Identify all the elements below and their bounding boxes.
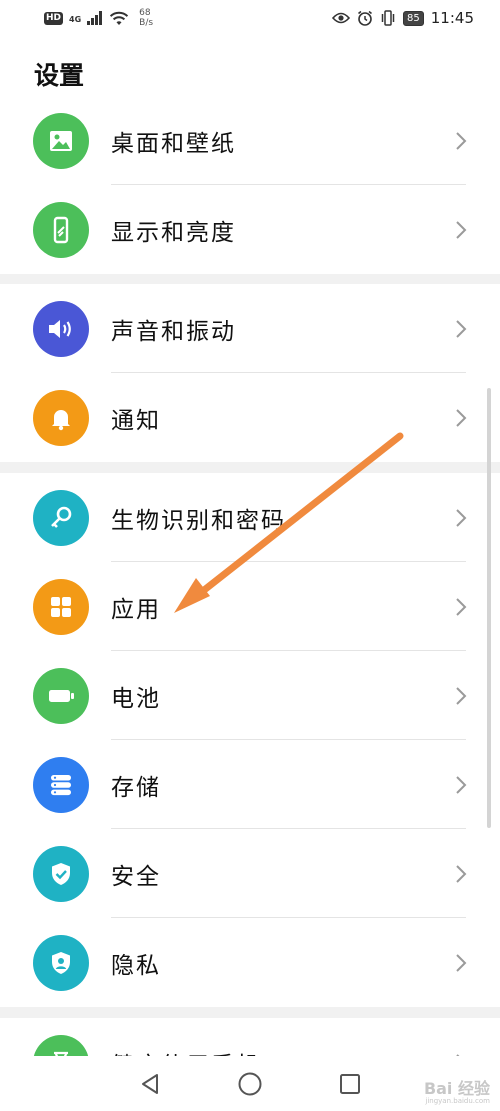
settings-item-wallpaper[interactable]: 桌面和壁纸 <box>0 96 500 185</box>
settings-item-label: 存储 <box>111 774 161 801</box>
hd-voice-icon: HD <box>44 11 64 25</box>
display-brightness-icon <box>33 201 89 258</box>
settings-group-3: 生物识别和密码 应用 电池 存储 安全 隐私 <box>0 473 500 1007</box>
chevron-right-icon <box>456 864 467 883</box>
network-speed: 68 B/s <box>139 8 154 28</box>
settings-item-digital-balance[interactable]: 健康使用手机 <box>0 1018 500 1056</box>
settings-item-label: 生物识别和密码 <box>111 507 286 534</box>
settings-item-storage[interactable]: 存储 <box>0 740 500 829</box>
settings-item-label: 隐私 <box>111 952 161 979</box>
wifi-icon <box>110 11 129 25</box>
settings-group-4: 健康使用手机 <box>0 1018 500 1056</box>
settings-item-label: 安全 <box>111 863 161 890</box>
clock: 11:45 <box>430 9 474 27</box>
settings-item-label: 应用 <box>111 596 161 623</box>
privacy-icon <box>33 934 89 991</box>
signal-icon <box>87 11 103 25</box>
home-circle-icon <box>238 1072 262 1095</box>
back-button[interactable] <box>135 1069 165 1099</box>
settings-item-biometrics[interactable]: 生物识别和密码 <box>0 473 500 562</box>
chevron-right-icon <box>456 775 467 794</box>
battery-icon <box>33 667 89 724</box>
settings-item-label: 健康使用手机 <box>111 1046 261 1057</box>
status-bar: HD 4G 68 B/s 85 11:45 <box>0 0 500 36</box>
chevron-right-icon <box>456 408 467 427</box>
chevron-right-icon <box>456 686 467 705</box>
sound-icon <box>33 300 89 357</box>
settings-item-display[interactable]: 显示和亮度 <box>0 185 500 274</box>
settings-item-label: 显示和亮度 <box>111 219 236 246</box>
key-icon <box>33 489 89 546</box>
storage-icon <box>33 756 89 813</box>
settings-item-label: 桌面和壁纸 <box>111 130 236 157</box>
chevron-right-icon <box>456 220 467 239</box>
chevron-right-icon <box>456 597 467 616</box>
settings-item-battery[interactable]: 电池 <box>0 651 500 740</box>
watermark: Bai 经验 jingyan.baidu.com <box>423 1079 490 1106</box>
wallpaper-icon <box>33 112 89 169</box>
chevron-right-icon <box>456 319 467 338</box>
settings-group-1: 桌面和壁纸 显示和亮度 <box>0 96 500 274</box>
settings-item-label: 通知 <box>111 407 161 434</box>
chevron-right-icon <box>456 508 467 527</box>
settings-item-security[interactable]: 安全 <box>0 829 500 918</box>
vibrate-icon <box>381 10 395 26</box>
settings-item-apps[interactable]: 应用 <box>0 562 500 651</box>
settings-group-2: 声音和振动 通知 <box>0 284 500 462</box>
recents-square-icon <box>340 1073 360 1094</box>
chevron-right-icon <box>456 131 467 150</box>
settings-item-label: 电池 <box>111 685 161 712</box>
scrollbar[interactable] <box>487 388 491 828</box>
battery-level: 85 <box>403 10 424 26</box>
chevron-right-icon <box>456 953 467 972</box>
bell-icon <box>33 389 89 446</box>
page-title: 设置 <box>34 61 85 90</box>
recents-button[interactable] <box>335 1069 365 1099</box>
settings-item-privacy[interactable]: 隐私 <box>0 918 500 1007</box>
home-button[interactable] <box>235 1069 265 1099</box>
settings-item-sound[interactable]: 声音和振动 <box>0 284 500 373</box>
network-type: 4G <box>69 15 82 24</box>
hourglass-icon <box>33 1034 89 1056</box>
settings-item-notifications[interactable]: 通知 <box>0 373 500 462</box>
settings-item-label: 声音和振动 <box>111 318 236 345</box>
shield-check-icon <box>33 845 89 902</box>
apps-grid-icon <box>33 578 89 635</box>
back-triangle-icon <box>142 1073 158 1094</box>
eye-comfort-icon <box>332 12 351 24</box>
alarm-icon <box>358 10 373 26</box>
